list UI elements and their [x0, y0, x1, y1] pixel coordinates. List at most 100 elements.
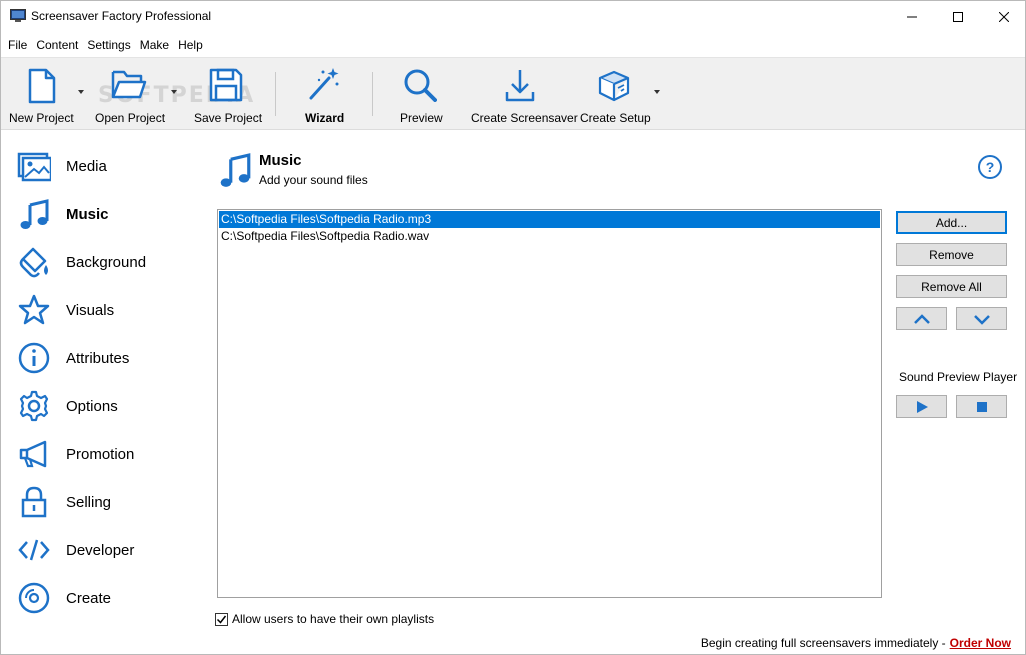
code-icon	[18, 539, 50, 561]
create-setup-dropdown-icon[interactable]	[654, 90, 660, 94]
save-project-button[interactable]: Save Project	[189, 58, 265, 130]
info-icon	[18, 342, 50, 374]
sound-file-list[interactable]: C:\Softpedia Files\Softpedia Radio.mp3 C…	[217, 209, 882, 598]
save-icon	[209, 68, 243, 102]
move-down-button[interactable]	[956, 307, 1007, 330]
menu-bar: File Content Settings Make Help	[1, 32, 1025, 57]
sidebar-item-label: Background	[66, 254, 147, 271]
new-project-label: New Project	[9, 111, 74, 125]
toolbar: SOFTPEDIA New Project Open Project Save	[1, 57, 1025, 130]
allow-playlists-option[interactable]: Allow users to have their own playlists	[215, 611, 434, 627]
remove-button[interactable]: Remove	[896, 243, 1007, 266]
move-up-button[interactable]	[896, 307, 947, 330]
sidebar-item-label: Attributes	[66, 350, 130, 367]
sidebar-item-developer[interactable]: Developer	[1, 525, 201, 573]
sidebar-item-label: Visuals	[66, 302, 115, 319]
sound-preview-player-label: Sound Preview Player	[899, 370, 1018, 384]
paint-bucket-icon	[19, 247, 48, 278]
remove-all-button[interactable]: Remove All	[896, 275, 1007, 298]
sidebar-item-label: Create	[66, 590, 112, 607]
minimize-icon	[907, 16, 917, 17]
allow-playlists-label: Allow users to have their own playlists	[232, 612, 435, 626]
lock-icon	[21, 486, 47, 518]
sidebar-item-create[interactable]: Create	[1, 573, 201, 621]
sidebar-item-label: Developer	[66, 542, 135, 559]
image-icon	[17, 152, 51, 182]
new-file-icon	[28, 68, 56, 104]
sidebar-item-label: Selling	[66, 494, 112, 511]
preview-label: Preview	[400, 111, 443, 125]
close-icon	[999, 11, 1009, 22]
music-note-icon	[220, 153, 251, 187]
menu-content[interactable]: Content	[32, 38, 82, 52]
open-project-label: Open Project	[95, 111, 166, 125]
play-icon	[916, 400, 928, 413]
maximize-icon	[953, 11, 963, 22]
play-button[interactable]	[896, 395, 947, 418]
maximize-button[interactable]	[935, 1, 981, 32]
create-setup-button[interactable]: Create Setup	[576, 58, 652, 130]
magic-wand-icon	[309, 68, 339, 100]
magnifier-icon	[404, 69, 437, 102]
list-item[interactable]: C:\Softpedia Files\Softpedia Radio.mp3	[219, 211, 880, 228]
create-screensaver-label: Create Screensaver	[471, 111, 578, 125]
create-setup-label: Create Setup	[580, 111, 651, 125]
sidebar-item-label: Promotion	[66, 446, 135, 463]
stop-icon	[976, 401, 987, 412]
help-icon[interactable]: ?	[977, 154, 1003, 180]
gear-icon	[19, 390, 49, 422]
add-button[interactable]: Add...	[896, 211, 1007, 234]
sidebar-item-options[interactable]: Options	[1, 381, 201, 429]
sidebar-item-label: Media	[66, 158, 107, 175]
order-now-link[interactable]: Order Now	[950, 636, 1011, 650]
menu-file[interactable]: File	[4, 38, 31, 52]
disc-icon	[18, 582, 50, 614]
sidebar-item-promotion[interactable]: Promotion	[1, 429, 201, 477]
svg-text:?: ?	[986, 159, 995, 175]
window-title: Screensaver Factory Professional	[31, 9, 212, 23]
save-project-label: Save Project	[194, 111, 263, 125]
page-title: Music	[259, 152, 302, 169]
sidebar-item-media[interactable]: Media	[1, 141, 201, 189]
sidebar-item-background[interactable]: Background	[1, 237, 201, 285]
list-item[interactable]: C:\Softpedia Files\Softpedia Radio.wav	[219, 228, 880, 245]
allow-playlists-checkbox[interactable]	[215, 612, 228, 626]
sidebar-item-attributes[interactable]: Attributes	[1, 333, 201, 381]
sidebar-item-selling[interactable]: Selling	[1, 477, 201, 525]
sidebar-item-music[interactable]: Music	[1, 189, 201, 237]
open-project-button[interactable]: Open Project	[91, 58, 171, 130]
checkmark-icon	[216, 615, 227, 624]
title-bar: Screensaver Factory Professional	[1, 1, 1025, 32]
app-window: Screensaver Factory Professional File Co…	[0, 0, 1026, 655]
wizard-label: Wizard	[305, 111, 345, 125]
sidebar-item-label: Music	[66, 206, 109, 223]
stop-button[interactable]	[956, 395, 1007, 418]
preview-button[interactable]: Preview	[393, 58, 449, 130]
menu-settings[interactable]: Settings	[83, 38, 134, 52]
new-project-dropdown-icon[interactable]	[78, 90, 84, 94]
menu-make[interactable]: Make	[136, 38, 173, 52]
wizard-button[interactable]: Wizard	[297, 58, 353, 130]
sidebar-item-visuals[interactable]: Visuals	[1, 285, 201, 333]
minimize-button[interactable]	[889, 1, 935, 32]
open-project-dropdown-icon[interactable]	[171, 90, 177, 94]
close-button[interactable]	[981, 1, 1026, 32]
footer: Begin creating full screensavers immedia…	[701, 636, 1011, 650]
menu-help[interactable]: Help	[174, 38, 207, 52]
music-note-icon	[20, 199, 49, 229]
sidebar-item-label: Options	[66, 398, 118, 415]
toolbar-separator	[275, 72, 276, 116]
app-monitor-icon	[10, 9, 26, 22]
page-subtitle: Add your sound files	[259, 173, 368, 187]
create-screensaver-button[interactable]: Create Screensaver	[467, 58, 578, 130]
toolbar-separator	[372, 72, 373, 116]
new-project-button[interactable]: New Project	[5, 58, 81, 130]
chevron-up-icon	[913, 313, 930, 324]
download-arrow-icon	[505, 70, 535, 102]
star-icon	[18, 294, 50, 325]
open-folder-icon	[111, 70, 147, 99]
chevron-down-icon	[973, 314, 990, 325]
sidebar: Media Music Background Visuals Attribute…	[1, 131, 201, 626]
package-box-icon	[598, 70, 630, 102]
megaphone-icon	[19, 440, 47, 468]
